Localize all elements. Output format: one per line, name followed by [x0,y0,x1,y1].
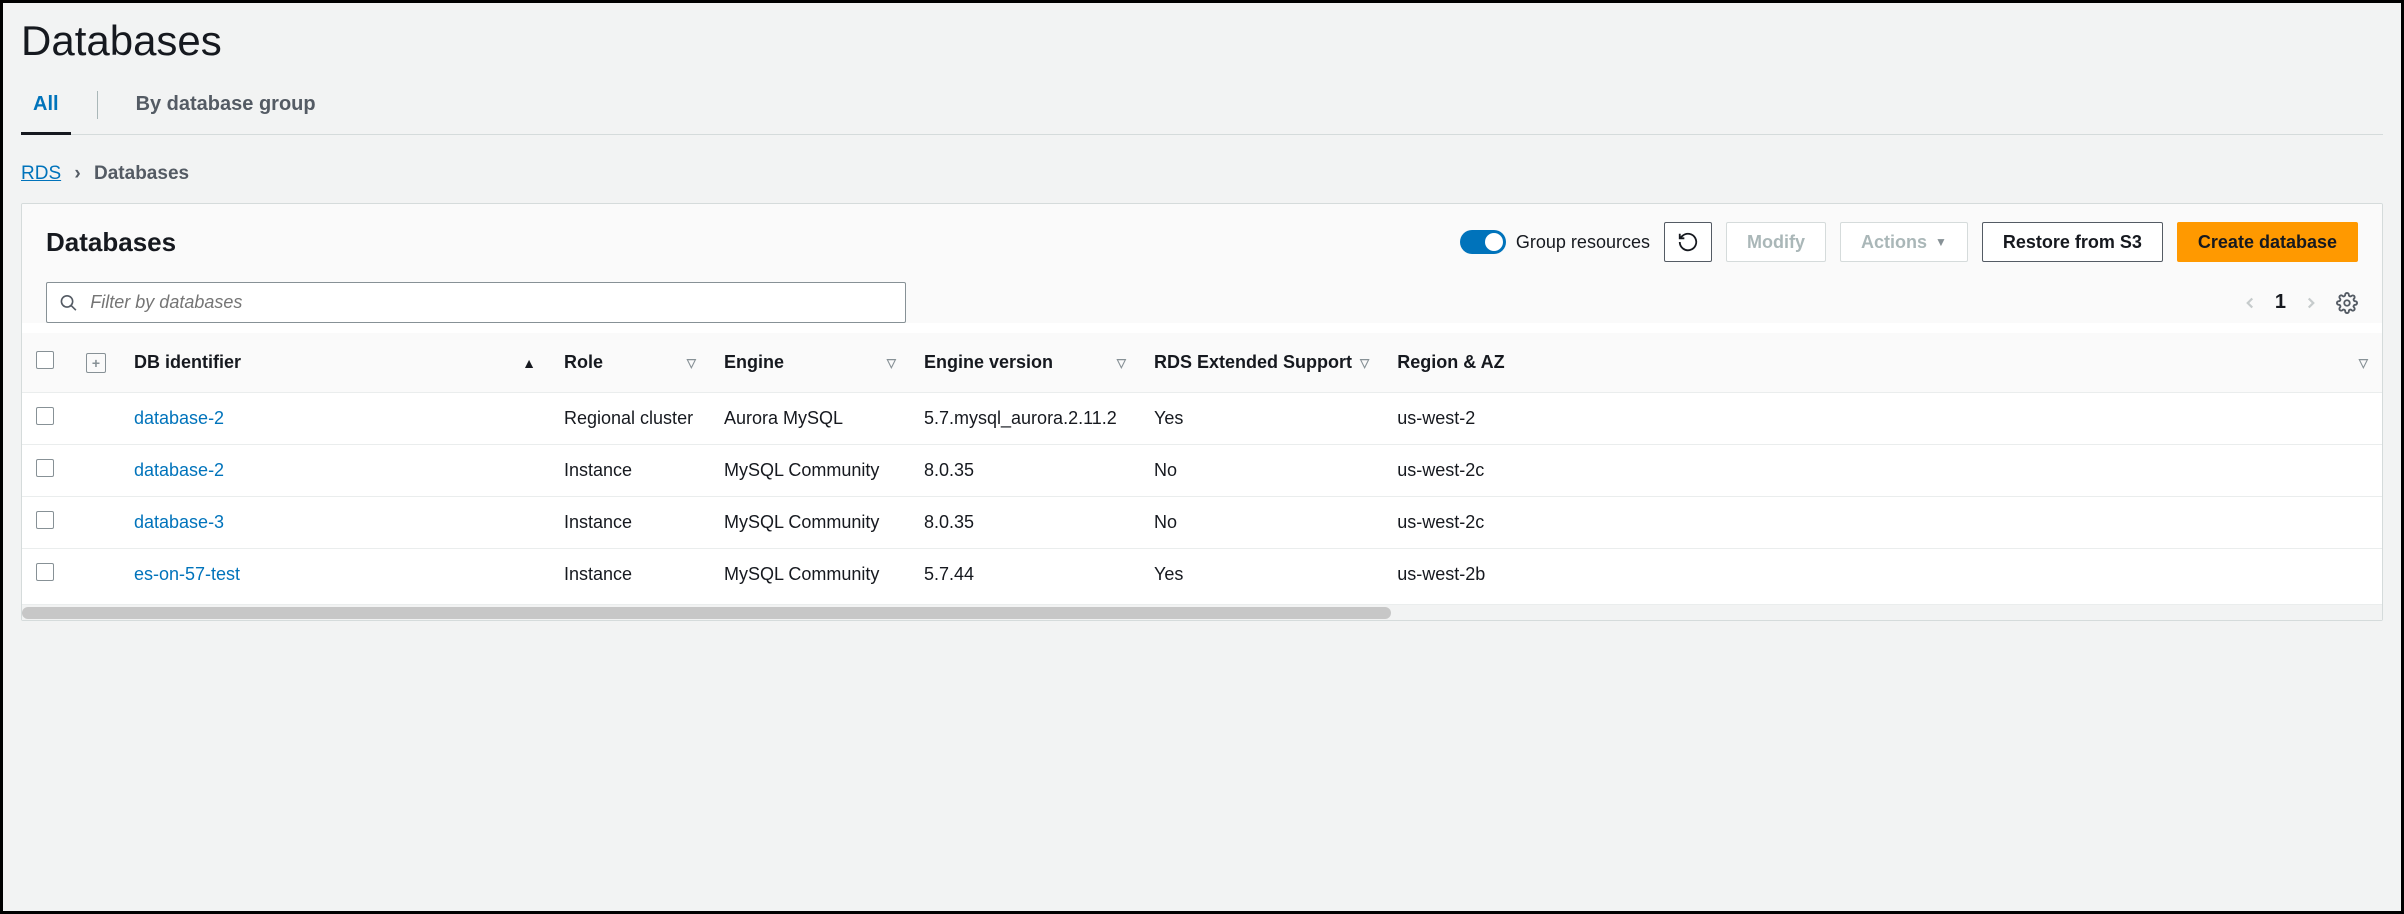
databases-table: + DB identifier ▲ Role ▽ Engine ▽ Engine ve… [22,333,2382,600]
cell-engine-version: 5.7.44 [910,549,1140,601]
tab-divider [97,91,98,119]
col-role[interactable]: Role [564,352,603,373]
col-extended-support[interactable]: RDS Extended Support [1154,352,1352,373]
databases-panel: Databases Group resources Modify Actions… [21,203,2383,621]
col-engine-version[interactable]: Engine version [924,352,1053,373]
chevron-right-icon: › [74,163,80,184]
restore-from-s3-button[interactable]: Restore from S3 [1982,222,2163,262]
db-identifier-link[interactable]: database-2 [134,408,224,428]
chevron-right-icon [2302,294,2320,312]
panel-title: Databases [46,227,176,258]
expand-all-icon[interactable]: + [86,353,106,373]
cell-role: Instance [550,497,710,549]
sort-icon: ▽ [1360,356,1369,370]
breadcrumb-root-link[interactable]: RDS [21,163,61,184]
cell-extended-support: No [1140,497,1383,549]
gear-icon [2336,292,2358,314]
cell-extended-support: Yes [1140,549,1383,601]
table-row: database-2 Regional clusterAurora MySQL5.… [22,393,2382,445]
cell-role: Instance [550,549,710,601]
tab-by-database-group[interactable]: By database group [124,83,328,135]
cell-engine: Aurora MySQL [710,393,910,445]
search-icon [59,293,78,313]
caret-down-icon: ▼ [1935,235,1947,249]
table-row: database-2 InstanceMySQL Community8.0.35N… [22,445,2382,497]
col-db-identifier[interactable]: DB identifier [134,352,241,373]
row-checkbox[interactable] [36,511,54,529]
refresh-button[interactable] [1664,222,1712,262]
create-database-button[interactable]: Create database [2177,222,2358,262]
horizontal-scrollbar[interactable] [22,604,2382,620]
group-resources-label: Group resources [1516,232,1650,253]
cell-engine: MySQL Community [710,445,910,497]
refresh-icon [1677,231,1699,253]
actions-button[interactable]: Actions ▼ [1840,222,1968,262]
cell-extended-support: No [1140,445,1383,497]
db-identifier-link[interactable]: database-2 [134,460,224,480]
actions-button-label: Actions [1861,232,1927,253]
db-identifier-link[interactable]: database-3 [134,512,224,532]
col-region-az[interactable]: Region & AZ [1397,352,1504,373]
row-checkbox[interactable] [36,563,54,581]
cell-role: Instance [550,445,710,497]
filter-search[interactable] [46,282,906,323]
filter-input[interactable] [88,291,893,314]
cell-engine: MySQL Community [710,549,910,601]
prev-page-button[interactable] [2241,294,2259,312]
cell-engine: MySQL Community [710,497,910,549]
breadcrumb: RDS › Databases [21,163,2383,185]
cell-region-az: us-west-2c [1383,497,2382,549]
select-all-checkbox[interactable] [36,351,54,369]
col-engine[interactable]: Engine [724,352,784,373]
sort-asc-icon: ▲ [522,355,536,371]
sort-icon: ▽ [2359,356,2368,370]
modify-button[interactable]: Modify [1726,222,1826,262]
settings-button[interactable] [2336,292,2358,314]
cell-engine-version: 5.7.mysql_aurora.2.11.2 [910,393,1140,445]
sort-icon: ▽ [687,356,696,370]
cell-role: Regional cluster [550,393,710,445]
row-checkbox[interactable] [36,459,54,477]
db-identifier-link[interactable]: es-on-57-test [134,564,240,584]
row-checkbox[interactable] [36,407,54,425]
table-row: es-on-57-test InstanceMySQL Community5.7.… [22,549,2382,601]
cell-extended-support: Yes [1140,393,1383,445]
tabs-bar: All By database group [21,83,2383,135]
cell-region-az: us-west-2 [1383,393,2382,445]
table-row: database-3 InstanceMySQL Community8.0.35N… [22,497,2382,549]
breadcrumb-current: Databases [94,163,189,184]
page-title: Databases [21,17,2383,65]
cell-region-az: us-west-2c [1383,445,2382,497]
next-page-button[interactable] [2302,294,2320,312]
sort-icon: ▽ [1117,356,1126,370]
page-number: 1 [2275,291,2286,314]
sort-icon: ▽ [887,356,896,370]
chevron-left-icon [2241,294,2259,312]
scrollbar-thumb[interactable] [22,607,1391,619]
cell-engine-version: 8.0.35 [910,445,1140,497]
cell-region-az: us-west-2b [1383,549,2382,601]
cell-engine-version: 8.0.35 [910,497,1140,549]
group-resources-toggle[interactable] [1460,230,1506,254]
tab-all[interactable]: All [21,83,71,135]
